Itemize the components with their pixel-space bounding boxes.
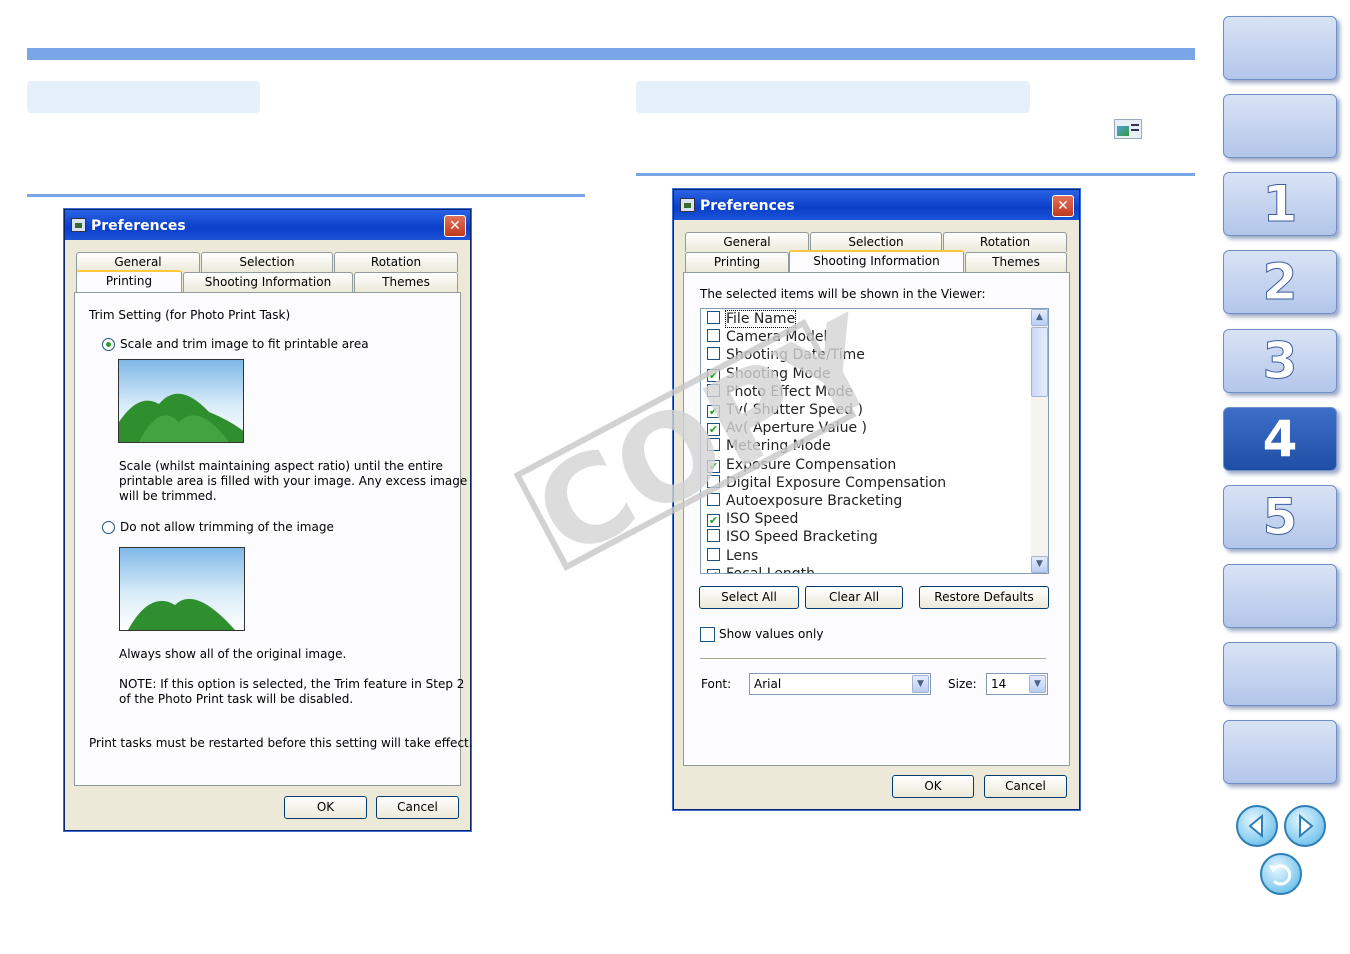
previous-page-button[interactable] — [1236, 805, 1278, 847]
close-icon[interactable]: ✕ — [444, 215, 466, 237]
nav-chapter-2[interactable]: 2 — [1223, 250, 1337, 314]
checkbox-unchecked[interactable] — [707, 529, 720, 543]
size-select[interactable]: 14 ▼ — [986, 673, 1048, 695]
restart-note: Print tasks must be restarted before thi… — [89, 736, 473, 750]
app-icon — [680, 198, 695, 212]
clear-all-button[interactable]: Clear All — [805, 586, 903, 609]
option1-desc-line3: will be trimmed. — [119, 489, 217, 503]
list-item[interactable]: Lens — [707, 547, 759, 566]
show-values-only-checkbox[interactable] — [700, 627, 715, 642]
size-label: Size: — [948, 677, 977, 691]
restore-defaults-button[interactable]: Restore Defaults — [919, 586, 1049, 609]
option-no-trimming-label: Do not allow trimming of the image — [120, 520, 334, 534]
left-section-rule — [27, 194, 585, 197]
checkbox-unchecked[interactable] — [707, 547, 720, 561]
viewer-icon — [1114, 119, 1142, 139]
arrow-right-icon — [1299, 813, 1314, 839]
option-scale-and-trim-label: Scale and trim image to fit printable ar… — [120, 337, 369, 351]
dialog-title-bar[interactable]: Preferences — [65, 210, 470, 240]
select-all-button[interactable]: Select All — [699, 586, 799, 609]
app-icon — [71, 218, 86, 232]
font-select-value: Arial — [754, 677, 782, 691]
nav-section-button[interactable] — [1223, 720, 1337, 784]
radio-scale-and-trim[interactable] — [102, 338, 115, 351]
arrow-left-icon — [1248, 813, 1263, 839]
ok-button[interactable]: OK — [892, 775, 974, 798]
nav-chapter-3[interactable]: 3 — [1223, 329, 1337, 393]
tab-printing[interactable]: Printing — [76, 270, 182, 292]
option1-desc-line2: printable area is filled with your image… — [119, 474, 468, 488]
list-item[interactable]: ✔ ISO Speed — [707, 511, 798, 529]
tab-rotation[interactable]: Rotation — [334, 252, 458, 272]
nav-chapter-4[interactable]: 4 — [1223, 407, 1337, 471]
nav-chapter-5[interactable]: 5 — [1223, 485, 1337, 549]
ok-button[interactable]: OK — [284, 796, 367, 819]
note-line1: NOTE: If this option is selected, the Tr… — [119, 677, 465, 691]
radio-no-trimming[interactable] — [102, 521, 115, 534]
chevron-down-icon[interactable]: ▼ — [1029, 675, 1046, 693]
return-icon — [1269, 864, 1292, 886]
list-item-label: ISO Speed — [726, 511, 799, 528]
scroll-thumb[interactable] — [1031, 327, 1048, 397]
right-section-rule — [636, 173, 1195, 176]
nav-section-button[interactable] — [1223, 564, 1337, 628]
nav-section-button[interactable] — [1223, 94, 1337, 158]
list-item-label: Lens — [726, 547, 759, 564]
chevron-down-icon[interactable]: ▼ — [912, 675, 929, 693]
show-values-only-label: Show values only — [719, 627, 824, 641]
tab-themes[interactable]: Themes — [965, 252, 1067, 272]
printing-panel: Trim Setting (for Photo Print Task) Scal… — [74, 292, 473, 786]
return-button[interactable] — [1260, 853, 1302, 895]
note-line2: of the Photo Print task will be disabled… — [119, 692, 354, 706]
separator — [700, 658, 1046, 660]
left-section-header — [27, 81, 260, 113]
checkbox-checked[interactable]: ✔ — [707, 568, 720, 573]
option1-desc-line1: Scale (whilst maintaining aspect ratio) … — [119, 459, 443, 473]
tab-themes[interactable]: Themes — [354, 272, 458, 292]
list-item[interactable]: ✔ Focal Length — [707, 565, 816, 574]
close-icon[interactable]: ✕ — [1052, 195, 1074, 217]
preferences-dialog-printing: Preferences ✕ General Selection Rotation… — [64, 209, 473, 831]
list-item-label: Autoexposure Bracketing — [726, 493, 903, 509]
nav-section-button[interactable] — [1223, 16, 1337, 80]
scale-trim-preview-image — [118, 359, 244, 443]
tab-printing[interactable]: Printing — [685, 252, 789, 272]
dialog-title-bar[interactable]: Preferences — [674, 190, 1079, 220]
font-label: Font: — [701, 677, 732, 691]
trim-setting-heading: Trim Setting (for Photo Print Task) — [89, 308, 291, 322]
no-trim-preview-image — [119, 547, 245, 631]
size-select-value: 14 — [991, 677, 1007, 691]
list-scrollbar[interactable]: ▲ ▼ — [1031, 309, 1048, 573]
checkbox-unchecked[interactable] — [707, 329, 720, 343]
cancel-button[interactable]: Cancel — [376, 796, 459, 819]
tab-shooting-information[interactable]: Shooting Information — [789, 250, 964, 272]
tab-shooting-information[interactable]: Shooting Information — [183, 272, 353, 292]
nav-section-button[interactable] — [1223, 642, 1337, 706]
list-item-label: Focal Length — [726, 565, 816, 574]
tab-selection[interactable]: Selection — [201, 252, 333, 272]
instruction-text: The selected items will be shown in the … — [700, 287, 986, 301]
dialog-title: Preferences — [91, 218, 186, 234]
tab-rotation[interactable]: Rotation — [943, 232, 1067, 252]
tab-general[interactable]: General — [76, 252, 200, 272]
right-section-header — [636, 81, 1030, 113]
nav-chapter-1[interactable]: 1 — [1223, 172, 1337, 236]
scroll-down-icon[interactable]: ▼ — [1031, 556, 1048, 573]
list-item[interactable]: ISO Speed Bracketing — [707, 529, 878, 547]
font-select[interactable]: Arial ▼ — [749, 673, 931, 695]
next-page-button[interactable] — [1284, 805, 1326, 847]
scroll-up-icon[interactable]: ▲ — [1031, 309, 1048, 326]
checkbox-unchecked[interactable] — [707, 311, 720, 324]
list-item-label: ISO Speed Bracketing — [726, 529, 878, 546]
dialog-title: Preferences — [700, 198, 795, 214]
tab-general[interactable]: General — [685, 232, 809, 252]
option2-desc: Always show all of the original image. — [119, 647, 347, 661]
top-accent-bar — [27, 48, 1195, 60]
tab-selection[interactable]: Selection — [810, 232, 942, 252]
cancel-button[interactable]: Cancel — [984, 775, 1067, 798]
